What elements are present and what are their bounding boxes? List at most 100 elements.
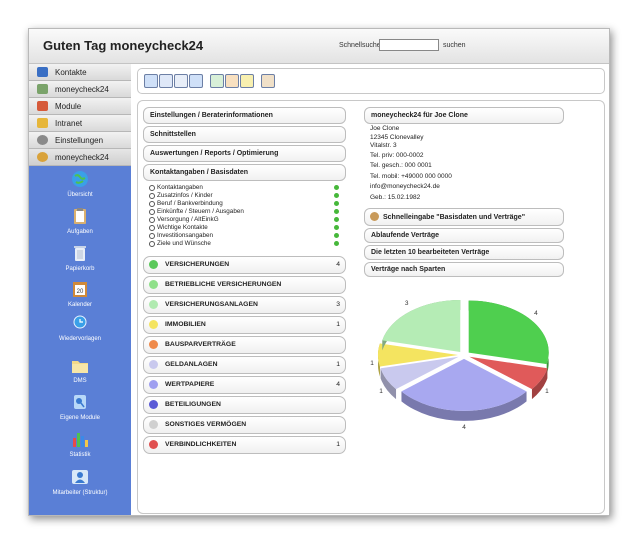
modules-icon	[74, 395, 86, 409]
contracts-by-category-button[interactable]: Verträge nach Sparten	[364, 262, 564, 277]
sidebar-item-moneycheck24-user[interactable]: moneycheck24	[29, 149, 131, 166]
contact-street: Vitalstr. 3	[370, 142, 397, 149]
window-icon[interactable]	[159, 74, 173, 88]
tile-wiedervorlagen[interactable]: Wiedervorlagen	[29, 314, 131, 342]
category-bausparvertraege[interactable]: BAUSPARVERTRÄGE	[143, 336, 346, 354]
expiring-contracts-button[interactable]: Ablaufende Verträge	[364, 228, 564, 243]
category-dot	[149, 440, 158, 449]
lightbulb-icon[interactable]	[240, 74, 254, 88]
greeting-title: Guten Tag moneycheck24	[43, 38, 204, 53]
sidebar-item-module[interactable]: Module	[29, 98, 131, 115]
category-dot	[149, 420, 158, 429]
category-dot	[149, 320, 158, 329]
module-icon	[37, 101, 48, 111]
contact-name: Joe Clone	[370, 125, 400, 132]
tile-eigene-module[interactable]: Eigene Module	[29, 393, 131, 421]
calculator-icon	[37, 84, 48, 94]
category-sonstiges[interactable]: SONSTIGES VERMÖGEN	[143, 416, 346, 434]
list-item[interactable]: Einkünfte / Steuern / Ausgaben	[149, 208, 339, 216]
bar-chart-icon	[73, 433, 88, 447]
status-dot	[334, 209, 339, 214]
quick-search-input[interactable]	[379, 39, 439, 51]
tile-kalender[interactable]: 20 Kalender	[29, 280, 131, 308]
category-geldanlagen[interactable]: GELDANLAGEN 1	[143, 356, 346, 374]
status-dot	[334, 193, 339, 198]
status-dot	[334, 185, 339, 190]
contracts-pie-chart: 4 1 4 1 1 3	[370, 299, 549, 431]
main-area: Einstellungen / Beraterinformationen Sch…	[131, 64, 609, 515]
pie-slice-label: 3	[405, 300, 409, 307]
chart-icon[interactable]	[225, 74, 239, 88]
list-view-icon[interactable]	[144, 74, 158, 88]
document-icon[interactable]	[189, 74, 203, 88]
list-item[interactable]: Ziele und Wünsche	[149, 240, 339, 248]
app-window: Guten Tag moneycheck24 Schnellsuche: suc…	[28, 28, 610, 516]
table-icon[interactable]	[210, 74, 224, 88]
category-verbindlichkeiten[interactable]: VERBINDLICHKEITEN 1	[143, 436, 346, 454]
sidebar-item-einstellungen[interactable]: Einstellungen	[29, 132, 131, 149]
clock-icon	[73, 315, 87, 329]
calendar-day: 20	[77, 289, 84, 295]
settings-section[interactable]: Einstellungen / Beraterinformationen	[143, 107, 346, 124]
info-icon	[37, 135, 48, 145]
list-item[interactable]: Kontaktangaben	[149, 184, 339, 192]
tile-aufgaben[interactable]: Aufgaben	[29, 207, 131, 235]
sidebar-item-kontakte[interactable]: Kontakte	[29, 64, 131, 81]
contact-data-list: Kontaktangaben Zusatzinfos / Kinder Beru…	[149, 184, 339, 248]
contact-info: Joe Clone 12345 Clonevalley Vitalstr. 3 …	[370, 125, 452, 202]
globe-icon	[72, 171, 88, 187]
trash-icon	[74, 246, 86, 261]
status-dot	[334, 225, 339, 230]
tile-dms[interactable]: DMS	[29, 356, 131, 384]
contact-data-section[interactable]: Kontaktangaben / Basisdaten	[143, 164, 346, 181]
contacts-icon	[37, 67, 48, 77]
tile-statistik[interactable]: Statistik	[29, 430, 131, 458]
list-item[interactable]: Wichtige Kontakte	[149, 224, 339, 232]
toolbar	[137, 68, 605, 94]
tile-uebersicht[interactable]: Übersicht	[29, 170, 131, 198]
pie-slice-label: 1	[370, 360, 374, 367]
category-wertpapiere[interactable]: WERTPAPIERE 4	[143, 376, 346, 394]
person-icon[interactable]	[261, 74, 275, 88]
pie-slice-label: 1	[379, 388, 383, 395]
folder-icon	[72, 361, 88, 373]
category-immobilien[interactable]: IMMOBILIEN 1	[143, 316, 346, 334]
contact-email[interactable]: info@moneycheck24.de	[370, 183, 452, 192]
contact-city: 12345 Clonevalley	[370, 133, 424, 141]
calendar-icon: 20	[73, 282, 87, 297]
clipboard-icon	[74, 208, 86, 224]
interfaces-section[interactable]: Schnittstellen	[143, 126, 346, 143]
list-item[interactable]: Beruf / Bankverbindung	[149, 200, 339, 208]
sidebar-item-moneycheck24[interactable]: moneycheck24	[29, 81, 131, 98]
contact-tel-priv: Tel. priv: 000-0002	[370, 151, 424, 159]
category-beteiligungen[interactable]: BETEILIGUNGEN	[143, 396, 346, 414]
tile-mitarbeiter[interactable]: Mitarbeiter (Struktur)	[29, 468, 131, 496]
status-dot	[334, 217, 339, 222]
list-item[interactable]: Zusatzinfos / Kinder	[149, 192, 339, 200]
category-dot	[149, 340, 158, 349]
header-bar: Guten Tag moneycheck24 Schnellsuche: suc…	[29, 29, 609, 64]
list-item[interactable]: Versorgung / AltEinkG	[149, 216, 339, 224]
status-dot	[334, 201, 339, 206]
tile-papierkorb[interactable]: Papierkorb	[29, 244, 131, 272]
search-button[interactable]: suchen	[443, 42, 466, 49]
magnifier-icon[interactable]	[174, 74, 188, 88]
last-edited-contracts-button[interactable]: Die letzten 10 bearbeiteten Verträge	[364, 245, 564, 260]
person-icon	[370, 212, 379, 221]
sidebar-item-intranet[interactable]: Intranet	[29, 115, 131, 132]
category-betriebliche[interactable]: BETRIEBLICHE VERSICHERUNGEN	[143, 276, 346, 294]
contact-birth: Geb.: 15.02.1982	[370, 193, 421, 201]
quick-entry-button[interactable]: Schnelleingabe "Basisdaten und Verträge"	[364, 208, 564, 226]
team-icon	[72, 470, 88, 484]
category-dot	[149, 380, 158, 389]
sidebar: Kontakte moneycheck24 Module Intranet Ei…	[29, 64, 131, 515]
list-item[interactable]: Investitionsangaben	[149, 232, 339, 240]
reports-section[interactable]: Auswertungen / Reports / Optimierung	[143, 145, 346, 162]
quick-search-label: Schnellsuche:	[339, 42, 383, 49]
content-panel: Einstellungen / Beraterinformationen Sch…	[137, 100, 605, 514]
pie-slice[interactable]	[382, 299, 461, 352]
contact-tel-mobil: Tel. mobil: +49000 000 0000	[370, 172, 452, 180]
category-versicherungen[interactable]: VERSICHERUNGEN 4	[143, 256, 346, 274]
contact-tel-gesch: Tel. gesch.: 000 0001	[370, 162, 432, 169]
category-versicherungsanlagen[interactable]: VERSICHERUNGSANLAGEN 3	[143, 296, 346, 314]
